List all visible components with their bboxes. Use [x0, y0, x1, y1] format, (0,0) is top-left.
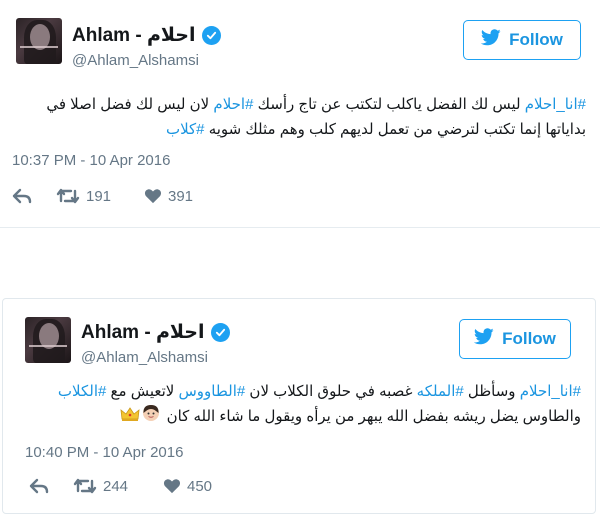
- like-button[interactable]: 391: [144, 188, 193, 205]
- hashtag-link[interactable]: #احلام: [213, 96, 253, 113]
- avatar[interactable]: [25, 317, 71, 363]
- follow-label: Follow: [509, 30, 563, 49]
- text-segment: لاتعيش مع: [106, 383, 179, 400]
- tweet-actions: 244 450: [29, 477, 212, 495]
- tweet-actions: 191 391: [12, 187, 193, 205]
- tweet-text-line: #انا_احلام ليس لك الفضل ياكلب لتكتب عن ت…: [8, 92, 586, 117]
- reply-button[interactable]: [12, 188, 56, 204]
- user-handle[interactable]: @Ahlam_Alshamsi: [72, 52, 199, 69]
- text-segment: غصبه في حلوق الكلاب لان: [245, 383, 417, 400]
- reply-icon: [29, 478, 49, 494]
- tweet-timestamp[interactable]: 10:40 PM - 10 Apr 2016: [25, 444, 183, 461]
- text-segment: وسأظل: [463, 383, 520, 400]
- hashtag-link[interactable]: #الملكه: [417, 383, 464, 400]
- display-name[interactable]: Ahlam - احلام: [72, 24, 196, 47]
- hashtag-link[interactable]: #انا_احلام: [525, 96, 586, 113]
- woman-emoji-icon: [142, 404, 160, 430]
- tweet-card: Ahlam - احلام @Ahlam_Alshamsi Follow #ان…: [2, 298, 596, 514]
- twitter-bird-icon: [473, 328, 494, 350]
- hashtag-link[interactable]: #الطاووس: [179, 383, 246, 400]
- user-handle[interactable]: @Ahlam_Alshamsi: [81, 349, 208, 366]
- hashtag-link[interactable]: #الكلاب: [58, 383, 106, 400]
- follow-label: Follow: [502, 329, 556, 348]
- heart-icon: [144, 189, 162, 204]
- tweet-text: #انا_احلام ليس لك الفضل ياكلب لتكتب عن ت…: [8, 92, 586, 142]
- text-segment: لان ليس لك فضل اصلا في: [46, 96, 214, 113]
- reply-button[interactable]: [29, 478, 73, 494]
- author-name-row: Ahlam - احلام: [72, 24, 221, 47]
- tweet-text-line: بداياتها إنما تكتب لترضي من تعمل لديهم ك…: [8, 117, 586, 142]
- text-segment: بداياتها إنما تكتب لترضي من تعمل لديهم ك…: [204, 121, 586, 138]
- hashtag-link[interactable]: #كلاب: [166, 121, 205, 138]
- retweet-count: 191: [86, 187, 112, 205]
- heart-icon: [163, 479, 181, 494]
- text-segment: ليس لك الفضل ياكلب لتكتب عن تاج رأسك: [253, 96, 525, 113]
- tweet-timestamp[interactable]: 10:37 PM - 10 Apr 2016: [12, 152, 170, 169]
- like-button[interactable]: 450: [163, 478, 212, 495]
- tweet-card: Ahlam - احلام @Ahlam_Alshamsi Follow #ان…: [0, 0, 600, 228]
- hashtag-link[interactable]: #انا_احلام: [520, 383, 581, 400]
- tweet-text-line: #انا_احلام وسأظل #الملكه غصبه في حلوق ال…: [11, 379, 581, 404]
- tweet-text-line: والطاوس يضل ريشه بفضل الله يبهر من يرأه …: [11, 404, 581, 430]
- follow-button[interactable]: Follow: [459, 319, 571, 359]
- verified-badge-icon: [210, 323, 230, 342]
- follow-button[interactable]: Follow: [463, 20, 581, 60]
- crown-emoji-icon: [120, 405, 140, 430]
- like-count: 391: [168, 187, 194, 205]
- twitter-bird-icon: [480, 29, 501, 51]
- avatar[interactable]: [16, 18, 62, 64]
- display-name[interactable]: Ahlam - احلام: [81, 321, 205, 344]
- like-count: 450: [187, 477, 213, 495]
- reply-icon: [12, 188, 32, 204]
- text-segment: والطاوس يضل ريشه بفضل الله يبهر من يرأه …: [162, 408, 581, 425]
- author-name-row: Ahlam - احلام: [81, 321, 230, 344]
- retweet-icon: [56, 188, 80, 204]
- retweet-count: 244: [103, 477, 129, 495]
- tweet-text: #انا_احلام وسأظل #الملكه غصبه في حلوق ال…: [11, 379, 581, 430]
- retweet-button[interactable]: 244: [73, 477, 163, 495]
- retweet-button[interactable]: 191: [56, 187, 144, 205]
- retweet-icon: [73, 478, 97, 494]
- verified-badge-icon: [201, 26, 221, 45]
